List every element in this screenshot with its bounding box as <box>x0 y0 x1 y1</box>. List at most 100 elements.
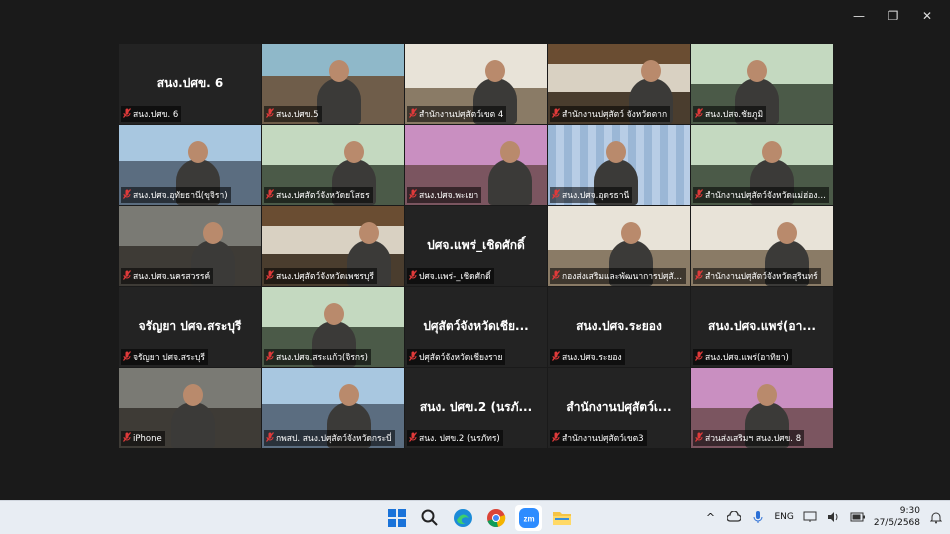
muted-mic-icon <box>409 107 417 121</box>
participant-label: ปศุสัตว์จังหวัดเชียงราย <box>407 349 506 365</box>
participant-label-text: สำนักงานปศุสัตว์เขต 4 <box>419 110 504 120</box>
close-button[interactable]: ✕ <box>910 6 944 26</box>
participant-label: สนง.ปศจ.นครสวรรค์ <box>121 268 214 284</box>
participant-label-text: สนง.ปศข. 6 <box>133 110 179 120</box>
participant-name-display: สำนักงานปศุสัตว์เ... <box>566 400 672 414</box>
speaker-icon[interactable] <box>826 509 842 525</box>
search-button[interactable] <box>416 505 443 531</box>
participant-label-text: สนง.ปสจ.ชัยภูมิ <box>705 110 764 120</box>
start-button[interactable] <box>383 505 410 531</box>
participant-label-text: สนง. ปศข.2 (นรภัทร) <box>419 434 500 444</box>
participant-tile[interactable]: สนง.ปศข.5 <box>262 44 404 124</box>
participant-tile[interactable]: สนง.ปสจ.ชัยภูมิ <box>691 44 833 124</box>
participant-label: สนง.ปศจ.สระแก้ว(จิรกร) <box>264 349 371 365</box>
muted-mic-icon <box>266 107 274 121</box>
zoom-button[interactable]: zm <box>515 505 542 531</box>
chrome-button[interactable] <box>482 505 509 531</box>
participant-label-text: สนง.ปศจ.สระแก้ว(จิรกร) <box>276 353 368 363</box>
participant-label-text: ปศจ.แพร่-_เชิดศักดิ์ <box>419 272 491 282</box>
muted-mic-icon <box>123 107 131 121</box>
participant-label: กองส่งเสริมและพัฒนาการปศุสัตว... <box>550 268 686 284</box>
gallery-view-grid: สนง.ปศข. 6 สนง.ปศข. 6 สนง.ปศข.5 สำนักงานปศุ… <box>119 44 833 448</box>
participant-tile[interactable]: สนง.ปศจ.นครสวรรค์ <box>119 206 261 286</box>
search-icon <box>421 509 438 526</box>
muted-mic-icon <box>123 432 131 445</box>
participant-label-text: สนง.ปศจ.อุดรธานี <box>562 191 630 201</box>
participant-tile[interactable]: จรัญยา ปศจ.สระบุรี จรัญยา ปศจ.สระบุรี <box>119 287 261 367</box>
muted-mic-icon <box>695 350 703 364</box>
network-icon[interactable] <box>802 509 818 525</box>
participant-tile[interactable]: สนง.ปศุสัตว์จังหวัดเพชรบุรี <box>262 206 404 286</box>
participant-tile[interactable]: สนง.ปศจ.อุทัยธานี(ขุจิรา) <box>119 125 261 205</box>
battery-icon[interactable] <box>850 509 866 525</box>
participant-label: สนง.ปศจ.พะเยา <box>407 187 482 203</box>
participant-tile[interactable]: สนง. ปศข.2 (นรภั... สนง. ปศข.2 (นรภัทร) <box>405 368 547 448</box>
participant-tile[interactable]: สนง.ปศข. 6 สนง.ปศข. 6 <box>119 44 261 124</box>
muted-mic-icon <box>552 107 560 121</box>
participant-tile[interactable]: สนง.ปศจ.ระยอง สนง.ปศจ.ระยอง <box>548 287 690 367</box>
edge-icon <box>453 509 472 527</box>
participant-silhouette <box>171 384 215 448</box>
edge-button[interactable] <box>449 505 476 531</box>
participant-label-text: จรัญยา ปศจ.สระบุรี <box>133 353 205 363</box>
muted-mic-icon <box>695 431 703 445</box>
participant-label: สำนักงานปศุสัตว์จังหวัดสุรินทร์ <box>693 268 821 284</box>
clock[interactable]: 9:30 27/5/2568 <box>874 505 920 529</box>
participant-label-text: กองส่งเสริมและพัฒนาการปศุสัตว... <box>562 272 683 282</box>
participant-name-display: ปศจ.แพร่_เชิดศักดิ์ <box>427 238 525 252</box>
muted-mic-icon <box>409 269 417 283</box>
participant-tile[interactable]: สนง.ปศจ.สระแก้ว(จิรกร) <box>262 287 404 367</box>
participant-label-text: สนง.ปศจ.พะเยา <box>419 191 479 201</box>
participant-label: สำนักงานปศุสัตว์เขต 4 <box>407 106 507 122</box>
participant-tile[interactable]: สนง.ปศจ.แพร่(อา... สนง.ปศจ.แพร่(อาทิยา) <box>691 287 833 367</box>
participant-label: สนง.ปศจ.ระยอง <box>550 349 625 365</box>
chevron-up-icon[interactable]: ^ <box>702 509 718 525</box>
muted-mic-icon <box>409 431 417 445</box>
muted-mic-icon <box>123 269 131 283</box>
input-language[interactable]: ENG <box>774 512 793 522</box>
participant-label: สนง.ปศจ.อุดรธานี <box>550 187 633 203</box>
participant-label: กพสป. สนง.ปศุสัตว์จังหวัดกระบี่ <box>264 430 395 446</box>
participant-tile[interactable]: ส่วนส่งเสริมฯ สนง.ปศข. 8 <box>691 368 833 448</box>
muted-mic-icon <box>266 269 274 283</box>
chrome-icon <box>486 509 505 528</box>
participant-tile[interactable]: กพสป. สนง.ปศุสัตว์จังหวัดกระบี่ <box>262 368 404 448</box>
minimize-button[interactable]: — <box>842 6 876 26</box>
participant-tile[interactable]: ปศุสัตว์จังหวัดเชีย... ปศุสัตว์จังหวัดเชี… <box>405 287 547 367</box>
participant-name-display: สนง.ปศข. 6 <box>156 76 224 90</box>
participant-label-text: สนง.ปศจ.ระยอง <box>562 353 622 363</box>
windows-logo-icon <box>387 509 406 527</box>
participant-label-text: สนง.ปศจ.แพร่(อาทิยา) <box>705 353 789 363</box>
cloud-icon[interactable] <box>726 509 742 525</box>
participant-label-text: สนง.ปศข.5 <box>276 110 319 120</box>
participant-tile[interactable]: กองส่งเสริมและพัฒนาการปศุสัตว... <box>548 206 690 286</box>
participant-tile[interactable]: สำนักงานปศุสัตว์เ... สำนักงานปศุสัตว์เขต3 <box>548 368 690 448</box>
notification-bell-icon[interactable] <box>928 509 944 525</box>
microphone-icon[interactable] <box>750 509 766 525</box>
window-controls: — ❐ ✕ <box>842 6 944 26</box>
participant-tile[interactable]: สนง.ปศจ.อุดรธานี <box>548 125 690 205</box>
system-tray: ^ ENG 9:30 27/5/2568 <box>702 505 944 529</box>
participant-tile[interactable]: สำนักงานปศุสัตว์จังหวัดแม่ฮ่องส... <box>691 125 833 205</box>
participant-tile[interactable]: iPhone <box>119 368 261 448</box>
participant-label: สนง.ปศสัตว์จังหวัดยโสธร <box>264 187 373 203</box>
participant-tile[interactable]: สนง.ปศจ.พะเยา <box>405 125 547 205</box>
participant-label: สนง.ปศข.5 <box>264 106 322 122</box>
muted-mic-icon <box>695 188 703 202</box>
participant-label-text: iPhone <box>133 433 162 444</box>
participant-tile[interactable]: สำนักงานปศุสัตว์เขต 4 <box>405 44 547 124</box>
participant-tile[interactable]: สนง.ปศสัตว์จังหวัดยโสธร <box>262 125 404 205</box>
taskbar-apps: zm <box>383 505 575 531</box>
restore-button[interactable]: ❐ <box>876 6 910 26</box>
clock-date: 27/5/2568 <box>873 518 920 528</box>
participant-label: จรัญยา ปศจ.สระบุรี <box>121 349 208 365</box>
participant-name-display: จรัญยา ปศจ.สระบุรี <box>138 319 242 333</box>
participant-tile[interactable]: สำนักงานปศุสัตว์จังหวัดสุรินทร์ <box>691 206 833 286</box>
file-explorer-button[interactable] <box>548 505 575 531</box>
participant-tile[interactable]: ปศจ.แพร่_เชิดศักดิ์ปศจ.แพร่-_เชิดศักดิ์ <box>405 206 547 286</box>
participant-tile[interactable]: สำนักงานปศุสัตว์ จังหวัดตาก <box>548 44 690 124</box>
participant-label-text: สำนักงานปศุสัตว์ จังหวัดตาก <box>562 110 668 120</box>
folder-icon <box>552 512 571 525</box>
participant-label-text: สนง.ปศุสัตว์จังหวัดเพชรบุรี <box>276 272 374 282</box>
participant-label-text: ส่วนส่งเสริมฯ สนง.ปศข. 8 <box>705 434 802 444</box>
